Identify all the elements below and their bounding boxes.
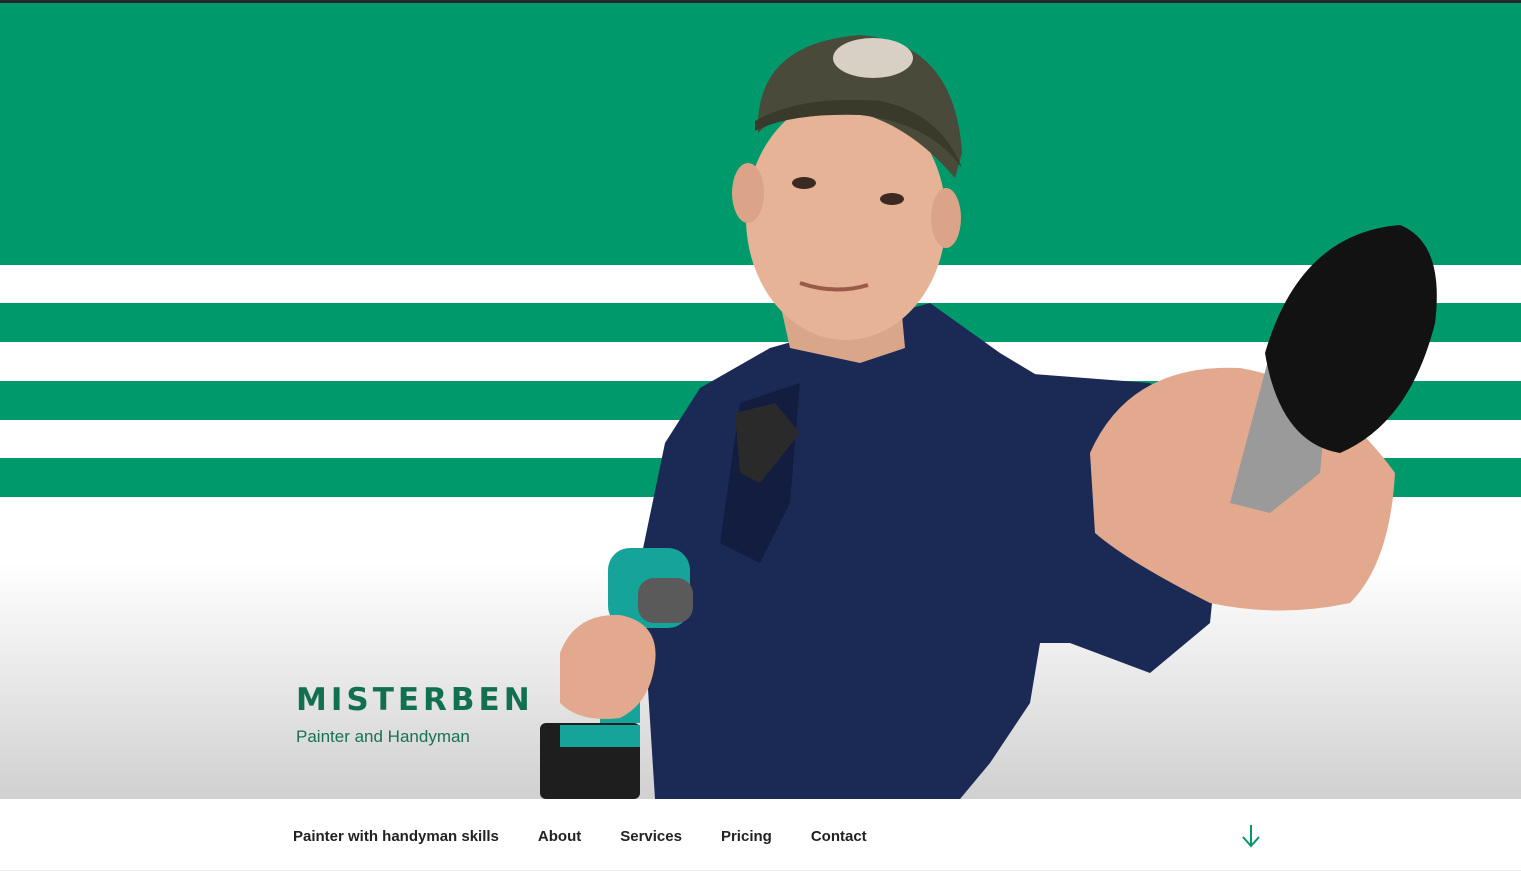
site-title[interactable]: MISTERBEN <box>296 681 534 719</box>
ear-left <box>732 163 764 223</box>
nav-menu: Painter with handyman skills About Servi… <box>293 827 867 847</box>
arrow-down-icon[interactable] <box>1240 823 1262 849</box>
cap-badge <box>833 38 913 78</box>
header-hero: MISTERBEN Painter and Handyman <box>0 3 1521 799</box>
eye-left <box>792 177 816 189</box>
nav-item-about[interactable]: About <box>538 827 581 847</box>
left-hand <box>560 614 656 719</box>
site-tagline: Painter and Handyman <box>296 727 470 746</box>
nav-item-pricing[interactable]: Pricing <box>721 827 772 847</box>
nav-item-contact[interactable]: Contact <box>811 827 867 847</box>
ear-right <box>931 188 961 248</box>
drill-battery-stripe <box>560 725 640 747</box>
main-navigation: Painter with handyman skills About Servi… <box>0 799 1521 871</box>
handyman-photo <box>540 35 1437 799</box>
site-branding: MISTERBEN Painter and Handyman <box>296 681 534 747</box>
paint-brush-bristles <box>1265 225 1437 453</box>
drill-chuck <box>638 578 693 623</box>
eye-right <box>880 193 904 205</box>
nav-item-home[interactable]: Painter with handyman skills <box>293 827 499 847</box>
nav-item-services[interactable]: Services <box>620 827 682 847</box>
